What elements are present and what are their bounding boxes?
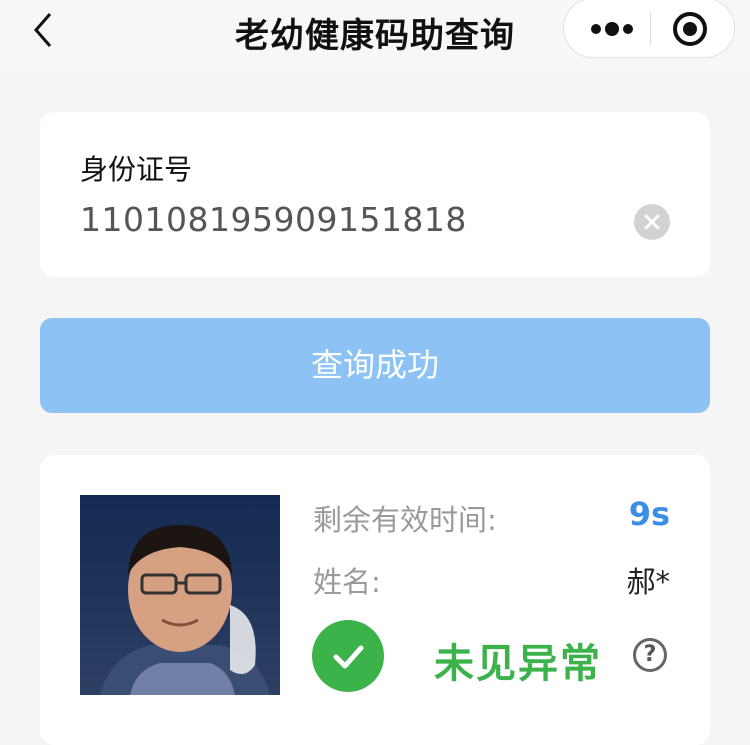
name-label: 姓名: <box>313 565 381 599</box>
result-card: 剩余有效时间: 9s 姓名: 郝* 未见异常 ? <box>40 455 710 745</box>
clear-icon[interactable] <box>634 204 670 240</box>
check-icon <box>312 620 384 692</box>
id-number-input[interactable]: 110108195909151818 <box>80 200 467 239</box>
capsule-divider <box>650 13 651 45</box>
capsule-menu <box>563 0 735 58</box>
id-number-label: 身份证号 <box>80 153 193 186</box>
id-input-card: 身份证号 110108195909151818 <box>40 112 710 277</box>
help-icon[interactable]: ? <box>633 638 667 672</box>
nav-bar: 老幼健康码助查询 <box>0 0 750 72</box>
person-photo <box>80 495 280 695</box>
name-value: 郝* <box>626 565 670 599</box>
more-dots-icon[interactable] <box>582 13 640 45</box>
target-circle-icon[interactable] <box>670 9 710 49</box>
query-button[interactable]: 查询成功 <box>40 318 710 413</box>
remaining-time-value: 9s <box>628 495 670 533</box>
health-status-text: 未见异常 <box>434 641 602 687</box>
remaining-time-label: 剩余有效时间: <box>313 503 497 537</box>
